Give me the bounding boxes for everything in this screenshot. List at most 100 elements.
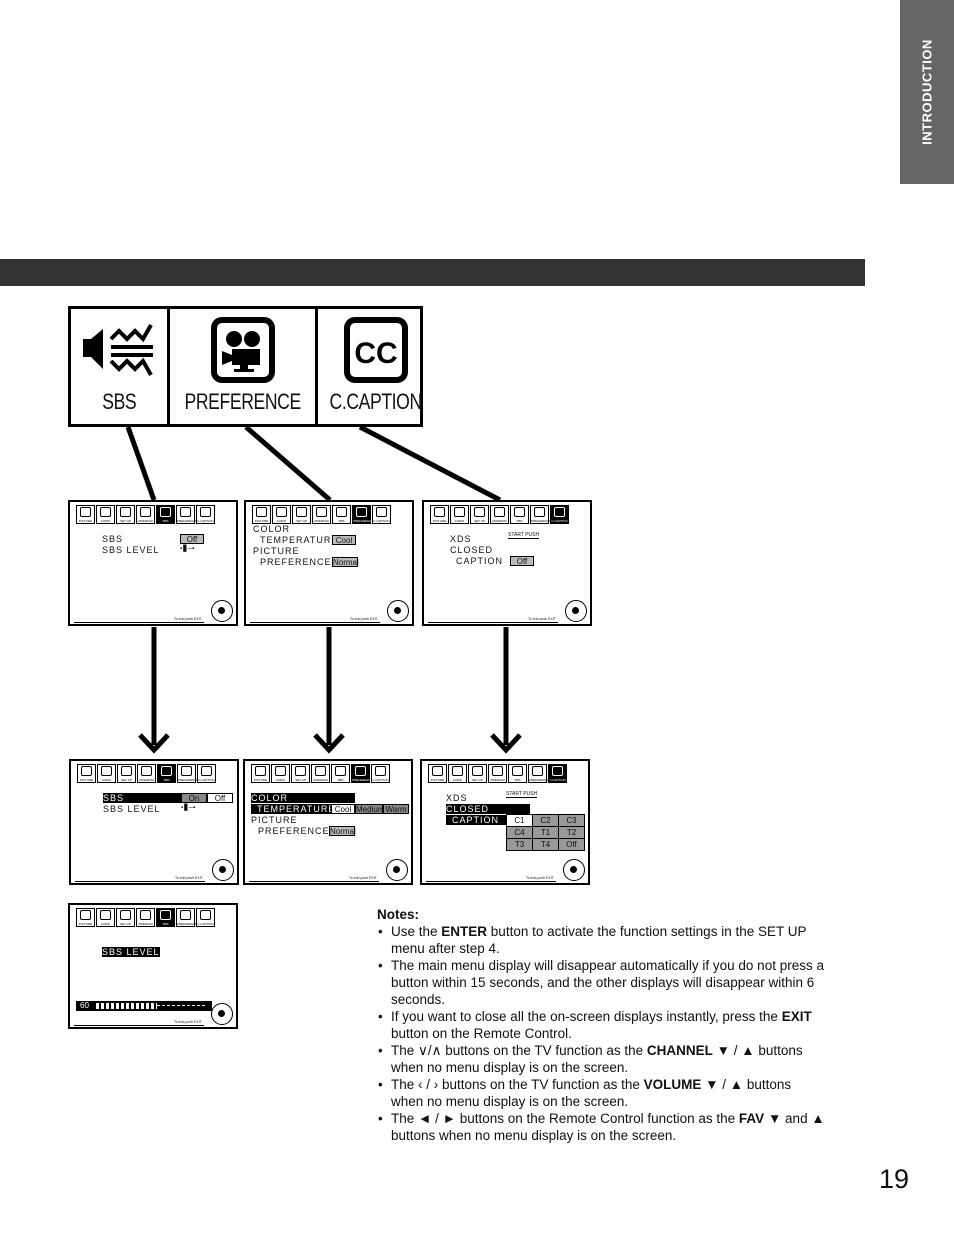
- menu-tab-audio[interactable]: AUDIO: [97, 764, 116, 783]
- menu-tab-premium[interactable]: PREMIUM: [488, 764, 507, 783]
- menu-tab-ccaption[interactable]: C.CAPTION: [196, 908, 215, 927]
- remote-nav-icon: [212, 859, 234, 881]
- menu-tab-preference[interactable]: PREFERENCE: [528, 764, 550, 783]
- menu-tab-ccaption[interactable]: C.CAPTION: [196, 505, 215, 524]
- menu-tab-premium[interactable]: PREMIUM: [136, 908, 155, 927]
- menu-tab-label: AUDIO: [276, 519, 287, 523]
- menu-tab-premium[interactable]: PREMIUM: [490, 505, 509, 524]
- temperature-option-warm[interactable]: Warm: [383, 804, 409, 814]
- menu-tab-ccaption[interactable]: C.CAPTION: [371, 764, 390, 783]
- menu-tab-label: PICTURE: [253, 778, 268, 782]
- menu-tab-sbs[interactable]: SBS: [156, 505, 175, 524]
- caption-option-grid: C1 C2 C3 C4 T1 T2 T3 T4 Off: [506, 814, 585, 851]
- temperature-value[interactable]: Cool: [332, 535, 356, 545]
- preference-row: PREFERENCE: [260, 557, 332, 567]
- menu-tab-picture[interactable]: PICTURE: [76, 505, 95, 524]
- movie-camera-icon: [210, 317, 275, 383]
- menu-tab-audio[interactable]: AUDIO: [271, 764, 290, 783]
- menu-tab-sbs[interactable]: SBS: [508, 764, 527, 783]
- menu-tab-sbs[interactable]: SBS: [510, 505, 529, 524]
- preference-value[interactable]: Normal: [332, 557, 359, 567]
- menu-tab-icon: [200, 507, 211, 517]
- notes-section: Notes: Use the ENTER button to activate …: [377, 906, 827, 1144]
- menu-tab-label: PICTURE: [432, 519, 447, 523]
- menu-tab-icon: [316, 507, 327, 517]
- menu-tab-preference[interactable]: PREFERENCE: [530, 505, 552, 524]
- menu-tab-picture[interactable]: PICTURE: [77, 764, 96, 783]
- menu-tab-setup[interactable]: SET UP: [116, 908, 135, 927]
- menu-tab-label: PREFERENCE: [529, 778, 550, 782]
- sbs-level-title: SBS LEVEL: [102, 947, 160, 957]
- caption-option[interactable]: T3: [506, 838, 533, 851]
- menu-tab-audio[interactable]: AUDIO: [96, 908, 115, 927]
- temperature-row: TEMPERATURE: [260, 535, 339, 545]
- temperature-option-medium[interactable]: Medium: [355, 804, 384, 814]
- menu-tab-audio[interactable]: AUDIO: [272, 505, 291, 524]
- menu-tab-icon: [256, 507, 267, 517]
- menu-tab-preference[interactable]: PREFERENCE: [176, 505, 198, 524]
- menu-tab-preference[interactable]: PREFERENCE: [352, 505, 374, 524]
- temperature-option-cool[interactable]: Cool: [331, 804, 355, 814]
- menu-tab-icon: [160, 507, 171, 517]
- menu-tab-setup[interactable]: SET UP: [468, 764, 487, 783]
- menu-tab-audio[interactable]: AUDIO: [450, 505, 469, 524]
- menu-tab-label: SET UP: [472, 778, 483, 782]
- sbs-option-on[interactable]: On: [181, 793, 207, 803]
- menu-tab-premium[interactable]: PREMIUM: [312, 505, 331, 524]
- menu-tab-picture[interactable]: PICTURE: [76, 908, 95, 927]
- menu-tab-label: AUDIO: [100, 519, 111, 523]
- menu-tab-ccaption[interactable]: C.CAPTION: [550, 505, 569, 524]
- caption-value[interactable]: Off: [510, 556, 534, 566]
- menu-tab-picture[interactable]: PICTURE: [430, 505, 449, 524]
- xds-row: XDS: [450, 534, 472, 544]
- menu-tab-ccaption[interactable]: C.CAPTION: [197, 764, 216, 783]
- section-tab-label: INTRODUCTION: [919, 39, 935, 145]
- sbs-screen-2: PICTURE AUDIO SET UP PREMIUM SBS PREFERENCE C.…: [69, 759, 239, 885]
- menu-tab-premium[interactable]: PREMIUM: [311, 764, 330, 783]
- menu-tab-sbs[interactable]: SBS: [157, 764, 176, 783]
- caption-option[interactable]: Off: [558, 838, 585, 851]
- menu-tab-label: PREMIUM: [313, 778, 328, 782]
- menu-tab-setup[interactable]: SET UP: [117, 764, 136, 783]
- menu-tab-icon: [336, 507, 347, 517]
- menu-tab-picture[interactable]: PICTURE: [428, 764, 447, 783]
- menu-tab-preference[interactable]: PREFERENCE: [176, 908, 198, 927]
- menu-tab-icon: [432, 766, 443, 776]
- menu-tab-label: SET UP: [120, 519, 131, 523]
- menu-tab-icon: [434, 507, 445, 517]
- menu-tab-premium[interactable]: PREMIUM: [137, 764, 156, 783]
- menu-tab-preference[interactable]: PREFERENCE: [177, 764, 199, 783]
- menu-tab-audio[interactable]: AUDIO: [448, 764, 467, 783]
- sbs-value[interactable]: Off: [180, 534, 204, 544]
- menu-tab-setup[interactable]: SET UP: [470, 505, 489, 524]
- menu-tab-ccaption[interactable]: C.CAPTION: [372, 505, 391, 524]
- caption-option[interactable]: T4: [532, 838, 559, 851]
- note-item: If you want to close all the on-screen d…: [377, 1008, 827, 1042]
- sbs-option-off[interactable]: Off: [207, 793, 233, 803]
- menu-tab-icon: [375, 766, 386, 776]
- menu-tab-sbs[interactable]: SBS: [331, 764, 350, 783]
- menu-tab-setup[interactable]: SET UP: [291, 764, 310, 783]
- caption-tile: CC C.CAPTION: [318, 309, 433, 424]
- menu-tab-ccaption[interactable]: C.CAPTION: [548, 764, 567, 783]
- menu-tab-icon: [494, 507, 505, 517]
- menu-tab-audio[interactable]: AUDIO: [96, 505, 115, 524]
- menu-tab-sbs[interactable]: SBS: [156, 908, 175, 927]
- note-item: Use the ENTER button to activate the fun…: [377, 923, 827, 957]
- menu-tab-icon: [121, 766, 132, 776]
- menu-tab-label: SET UP: [474, 519, 485, 523]
- start-push-indicator: START PUSH: [506, 791, 538, 798]
- preference-value[interactable]: Normal: [329, 826, 356, 836]
- menu-tab-setup[interactable]: SET UP: [292, 505, 311, 524]
- menu-tab-preference[interactable]: PREFERENCE: [351, 764, 373, 783]
- divider: [74, 622, 204, 623]
- exit-hint: To end push EXIT: [349, 876, 377, 880]
- menu-tab-picture[interactable]: PICTURE: [252, 505, 271, 524]
- menu-tab-picture[interactable]: PICTURE: [251, 764, 270, 783]
- menu-tab-sbs[interactable]: SBS: [332, 505, 351, 524]
- menu-tab-premium[interactable]: PREMIUM: [136, 505, 155, 524]
- sbs-level-slider[interactable]: 60: [76, 1001, 212, 1011]
- divider: [74, 1025, 204, 1026]
- menu-tab-icon: [512, 766, 523, 776]
- menu-tab-setup[interactable]: SET UP: [116, 505, 135, 524]
